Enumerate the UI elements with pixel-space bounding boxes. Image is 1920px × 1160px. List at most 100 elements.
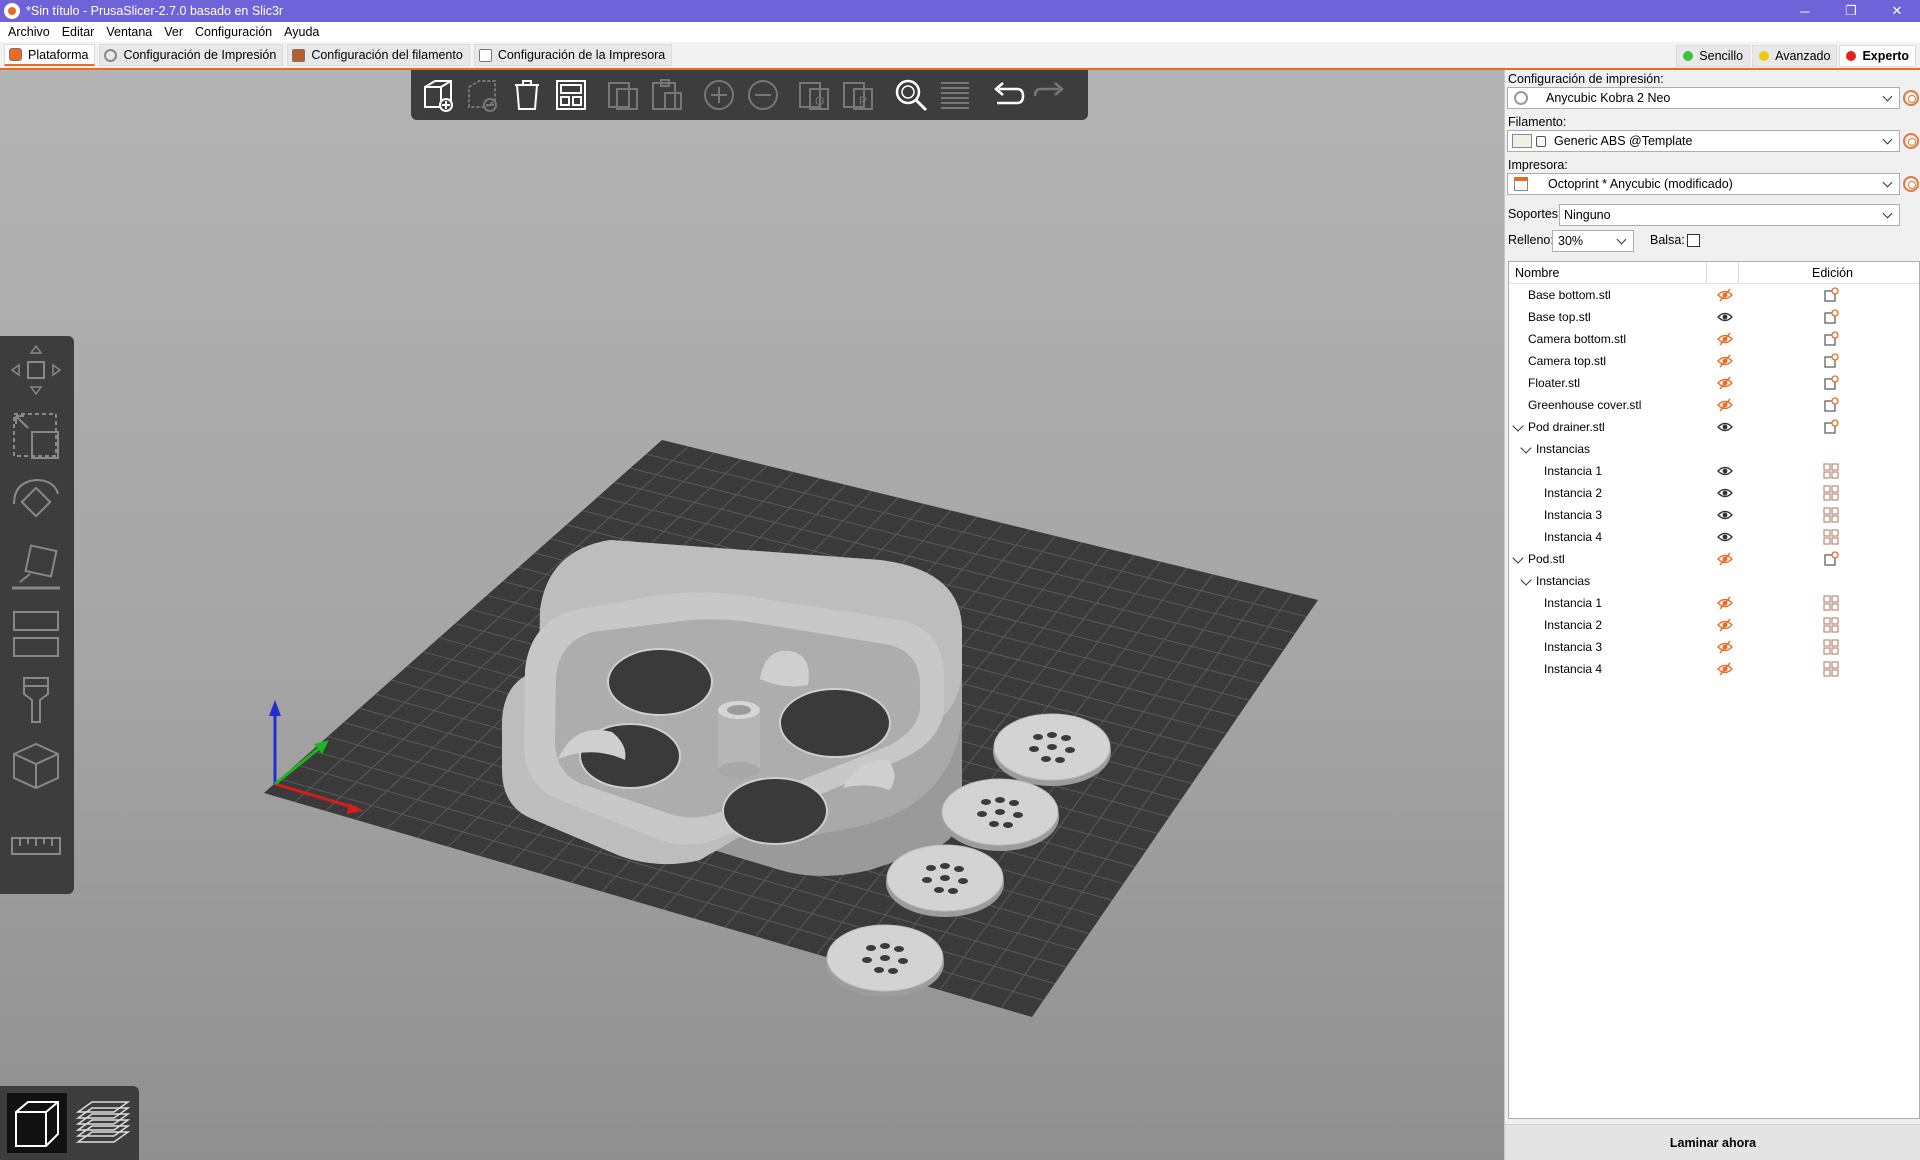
column-name-header[interactable]: Nombre — [1515, 266, 1559, 280]
add-object-button[interactable] — [417, 73, 461, 117]
instance-row[interactable]: Instancia 2 — [1509, 614, 1919, 636]
copy-button[interactable] — [601, 73, 645, 117]
instance-row[interactable]: Instancia 1 — [1509, 460, 1919, 482]
menu-configuracion[interactable]: Configuración — [189, 25, 278, 39]
object-edit-icon[interactable] — [1823, 397, 1839, 413]
hidden-eye-icon[interactable] — [1717, 288, 1733, 302]
instance-icon[interactable] — [1823, 529, 1839, 545]
split-parts-button[interactable]: P — [837, 73, 881, 117]
remove-instance-button[interactable] — [741, 73, 785, 117]
instance-row[interactable]: Instancia 2 — [1509, 482, 1919, 504]
object-edit-icon[interactable] — [1823, 419, 1839, 435]
object-row[interactable]: Base bottom.stl — [1509, 284, 1919, 306]
infill-combo[interactable]: 30% — [1552, 230, 1634, 252]
print-settings-combo[interactable]: Anycubic Kobra 2 Neo — [1507, 87, 1900, 109]
visibility-eye-icon[interactable] — [1717, 464, 1733, 478]
brim-checkbox[interactable] — [1687, 234, 1700, 247]
measure-button[interactable] — [6, 816, 66, 876]
instance-row[interactable]: Instancia 4 — [1509, 526, 1919, 548]
instance-icon[interactable] — [1823, 463, 1839, 479]
instance-row[interactable]: Instancia 3 — [1509, 636, 1919, 658]
layers-editing-button[interactable] — [933, 73, 977, 117]
add-instance-button[interactable] — [697, 73, 741, 117]
menu-ver[interactable]: Ver — [158, 25, 189, 39]
object-list[interactable]: Nombre Edición Base bottom.stl Base top.s… — [1508, 261, 1920, 1119]
cut-button[interactable] — [6, 604, 66, 664]
3d-view-button[interactable] — [6, 1092, 68, 1154]
tab-plataforma[interactable]: Plataforma — [4, 44, 96, 66]
menu-ayuda[interactable]: Ayuda — [278, 25, 325, 39]
hidden-eye-icon[interactable] — [1717, 398, 1733, 412]
hidden-eye-icon[interactable] — [1717, 552, 1733, 566]
visibility-eye-icon[interactable] — [1717, 530, 1733, 544]
delete-button[interactable] — [461, 73, 505, 117]
visibility-eye-icon[interactable] — [1717, 310, 1733, 324]
object-edit-icon[interactable] — [1823, 551, 1839, 567]
expand-chevron-icon[interactable] — [1520, 442, 1532, 454]
hollow-button[interactable] — [6, 736, 66, 796]
rotate-button[interactable] — [6, 472, 66, 532]
scale-button[interactable] — [6, 406, 66, 466]
hidden-eye-icon[interactable] — [1717, 618, 1733, 632]
printer-combo[interactable]: Octoprint * Anycubic (modificado) — [1507, 173, 1900, 195]
visibility-eye-icon[interactable] — [1717, 420, 1733, 434]
object-row[interactable]: Camera top.stl — [1509, 350, 1919, 372]
slice-now-button[interactable]: Laminar ahora — [1505, 1124, 1920, 1160]
menu-ventana[interactable]: Ventana — [100, 25, 158, 39]
instance-icon[interactable] — [1823, 639, 1839, 655]
object-edit-icon[interactable] — [1823, 375, 1839, 391]
hidden-eye-icon[interactable] — [1717, 640, 1733, 654]
paste-button[interactable] — [645, 73, 689, 117]
object-row[interactable]: Pod drainer.stl — [1509, 416, 1919, 438]
split-objects-button[interactable]: O — [793, 73, 837, 117]
maximize-button[interactable]: ❐ — [1828, 0, 1874, 22]
object-row[interactable]: Pod.stl — [1509, 548, 1919, 570]
filament-combo[interactable]: Generic ABS @Template — [1507, 130, 1900, 152]
filament-edit-icon[interactable] — [1903, 133, 1919, 149]
object-edit-icon[interactable] — [1823, 353, 1839, 369]
mode-simple-button[interactable]: Sencillo — [1676, 45, 1751, 67]
object-edit-icon[interactable] — [1823, 287, 1839, 303]
object-edit-icon[interactable] — [1823, 331, 1839, 347]
hidden-eye-icon[interactable] — [1717, 354, 1733, 368]
menu-archivo[interactable]: Archivo — [2, 25, 56, 39]
mode-advanced-button[interactable]: Avanzado — [1752, 45, 1838, 67]
3d-scene[interactable] — [0, 70, 1504, 1160]
tab-filament-settings[interactable]: Configuración del filamento — [287, 44, 470, 66]
instance-icon[interactable] — [1823, 507, 1839, 523]
hidden-eye-icon[interactable] — [1717, 376, 1733, 390]
column-edit-header[interactable]: Edición — [1812, 266, 1853, 280]
visibility-eye-icon[interactable] — [1717, 508, 1733, 522]
visibility-eye-icon[interactable] — [1717, 486, 1733, 500]
close-button[interactable]: ✕ — [1874, 0, 1920, 22]
expand-chevron-icon[interactable] — [1512, 552, 1524, 564]
object-row[interactable]: Camera bottom.stl — [1509, 328, 1919, 350]
minimize-button[interactable]: ─ — [1782, 0, 1828, 22]
move-button[interactable] — [6, 340, 66, 400]
delete-all-button[interactable] — [505, 73, 549, 117]
expand-chevron-icon[interactable] — [1520, 574, 1532, 586]
tab-printer-settings[interactable]: Configuración de la Impresora — [473, 44, 673, 66]
object-row[interactable]: Base top.stl — [1509, 306, 1919, 328]
instance-icon[interactable] — [1823, 485, 1839, 501]
paint-supports-button[interactable] — [6, 670, 66, 730]
undo-button[interactable] — [985, 73, 1029, 117]
hidden-eye-icon[interactable] — [1717, 662, 1733, 676]
tab-print-settings[interactable]: Configuración de Impresión — [99, 44, 284, 66]
instance-icon[interactable] — [1823, 661, 1839, 677]
place-on-face-button[interactable] — [6, 538, 66, 598]
3d-viewport[interactable]: O P — [0, 70, 1504, 1160]
object-row[interactable]: Greenhouse cover.stl — [1509, 394, 1919, 416]
preview-button[interactable] — [72, 1092, 134, 1154]
expand-chevron-icon[interactable] — [1512, 420, 1524, 432]
hidden-eye-icon[interactable] — [1717, 596, 1733, 610]
instance-row[interactable]: Instancia 3 — [1509, 504, 1919, 526]
instance-icon[interactable] — [1823, 617, 1839, 633]
instances-group-row[interactable]: Instancias — [1509, 570, 1919, 592]
instance-icon[interactable] — [1823, 595, 1839, 611]
search-button[interactable] — [889, 73, 933, 117]
hidden-eye-icon[interactable] — [1717, 332, 1733, 346]
supports-combo[interactable]: Ninguno — [1559, 204, 1900, 226]
print-settings-edit-icon[interactable] — [1903, 90, 1919, 106]
redo-button[interactable] — [1029, 73, 1073, 117]
